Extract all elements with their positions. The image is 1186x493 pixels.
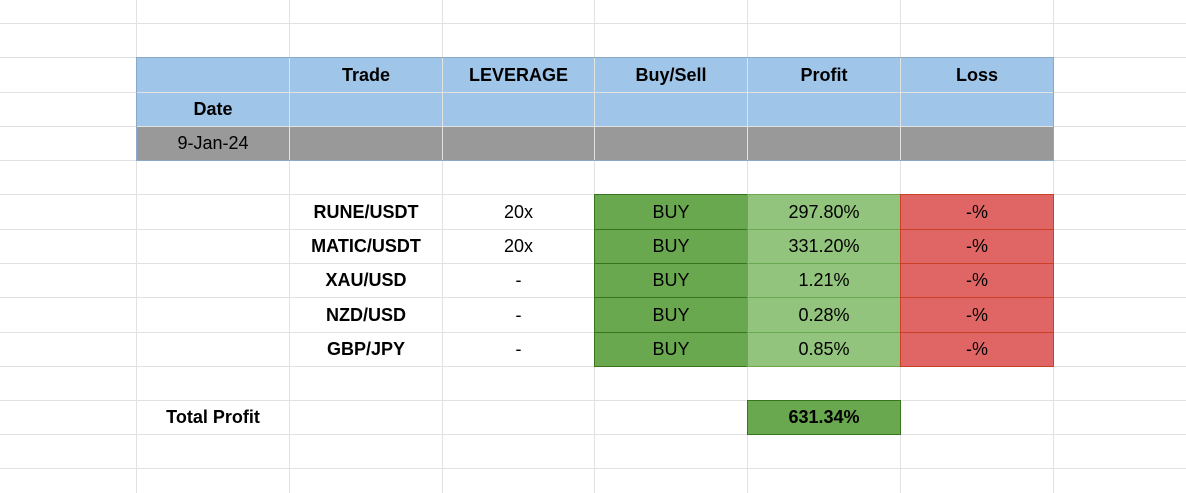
header-cell-blank[interactable] [901,93,1053,126]
header-cell-blank[interactable] [748,93,900,126]
header-cell-blank[interactable] [290,93,442,126]
grid-line [0,434,1186,435]
grid-line [0,23,1186,24]
side-cell[interactable]: BUY [594,263,748,298]
loss-cell[interactable]: -% [900,332,1054,367]
trade-cell[interactable]: XAU/USD [290,263,442,297]
leverage-cell[interactable]: - [443,263,594,297]
leverage-cell[interactable]: - [443,332,594,366]
total-profit-label[interactable]: Total Profit [137,401,289,434]
loss-cell[interactable]: -% [900,229,1054,264]
grid-line [0,468,1186,469]
trade-cell[interactable]: RUNE/USDT [290,195,442,229]
date-cell[interactable]: 9-Jan-24 [137,127,289,160]
date-row-cell[interactable] [290,127,442,160]
trade-cell[interactable]: MATIC/USDT [290,229,442,263]
header-cell-blank[interactable] [443,93,594,126]
loss-cell[interactable]: -% [900,263,1054,298]
leverage-cell[interactable]: - [443,298,594,332]
header-cell-blank[interactable] [595,93,747,126]
profit-cell[interactable]: 297.80% [747,194,901,230]
side-cell[interactable]: BUY [594,229,748,264]
header-date[interactable]: Date [137,93,289,126]
loss-cell[interactable]: -% [900,194,1054,230]
header-loss[interactable]: Loss [901,58,1053,92]
leverage-cell[interactable]: 20x [443,229,594,263]
date-row-cell[interactable] [748,127,900,160]
profit-cell[interactable]: 331.20% [747,229,901,264]
grid-line [0,160,1186,161]
side-cell[interactable]: BUY [594,194,748,230]
header-profit[interactable]: Profit [748,58,900,92]
date-row-cell[interactable] [595,127,747,160]
loss-cell[interactable]: -% [900,297,1054,333]
side-cell[interactable]: BUY [594,332,748,367]
profit-cell[interactable]: 0.85% [747,332,901,367]
header-trade[interactable]: Trade [290,58,442,92]
header-cell-blank[interactable] [137,58,289,92]
date-row-cell[interactable] [901,127,1053,160]
profit-cell[interactable]: 1.21% [747,263,901,298]
trade-cell[interactable]: NZD/USD [290,298,442,332]
leverage-cell[interactable]: 20x [443,195,594,229]
total-profit-value[interactable]: 631.34% [747,400,901,435]
spreadsheet-grid: Trade LEVERAGE Buy/Sell Profit Loss Date… [0,0,1186,493]
header-buy-sell[interactable]: Buy/Sell [595,58,747,92]
date-row-cell[interactable] [443,127,594,160]
header-leverage[interactable]: LEVERAGE [443,58,594,92]
side-cell[interactable]: BUY [594,297,748,333]
trade-cell[interactable]: GBP/JPY [290,332,442,366]
profit-cell[interactable]: 0.28% [747,297,901,333]
